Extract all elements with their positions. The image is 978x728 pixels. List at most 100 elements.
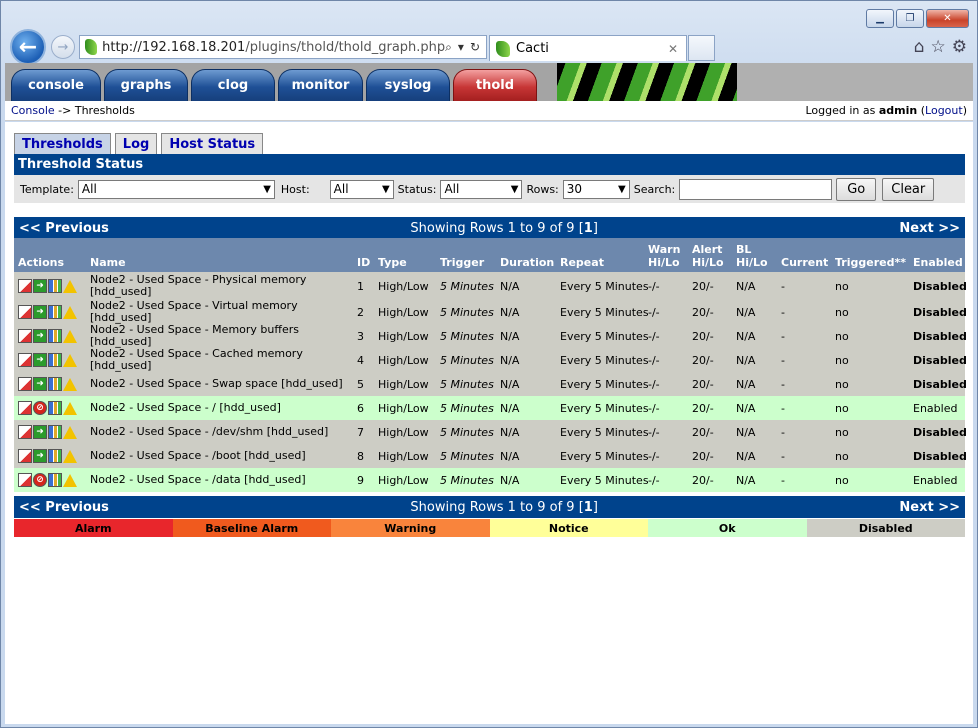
row-trigger: 5 Minutes (440, 279, 494, 293)
page-number[interactable]: 1 (584, 500, 593, 515)
login-status: Logged in as admin (Logout) (805, 104, 967, 117)
tab-host-status[interactable]: Host Status (161, 133, 264, 154)
graph-icon[interactable] (48, 473, 62, 487)
warning-icon[interactable] (63, 449, 77, 463)
enable-icon[interactable]: ➜ (33, 449, 47, 463)
host-select[interactable]: All ▼ (329, 179, 394, 199)
settings-gear-icon[interactable]: ⚙ (952, 37, 967, 57)
disable-icon[interactable]: ⊘ (33, 401, 47, 415)
favorites-star-icon[interactable]: ☆ (931, 37, 946, 57)
nav-tab-graphs[interactable]: graphs (104, 69, 188, 101)
nav-tab-console[interactable]: console (11, 69, 101, 101)
go-button[interactable]: Go (836, 177, 877, 201)
browser-tab-cacti[interactable]: Cacti ✕ (489, 35, 687, 61)
threshold-table-body: ➜ Node2 - Used Space - Physical memory [… (14, 272, 967, 492)
status-select[interactable]: All ▼ (440, 179, 523, 199)
template-select[interactable]: All ▼ (77, 179, 275, 199)
col-bl[interactable]: BL Hi/Lo (736, 243, 768, 269)
new-tab-button[interactable] (688, 35, 715, 61)
graph-icon[interactable] (48, 353, 62, 367)
warning-icon[interactable] (63, 279, 77, 293)
col-repeat[interactable]: Repeat (560, 256, 604, 269)
tab-close-icon[interactable]: ✕ (668, 42, 678, 56)
col-type[interactable]: Type (378, 256, 407, 269)
search-input[interactable] (679, 178, 833, 200)
col-enabled[interactable]: Enabled (913, 256, 963, 269)
row-id: 4 (357, 353, 364, 367)
warning-icon[interactable] (63, 329, 77, 343)
row-type: High/Low (378, 401, 429, 415)
edit-icon[interactable] (18, 329, 32, 343)
nav-tab-clog[interactable]: clog (191, 69, 275, 101)
rows-select[interactable]: 30 ▼ (562, 179, 630, 199)
previous-link[interactable]: << Previous (19, 500, 109, 515)
dropdown-arrow-icon[interactable]: ▾ (458, 40, 464, 54)
row-trigger: 5 Minutes (440, 329, 494, 343)
col-current[interactable]: Current (781, 256, 828, 269)
maximize-button[interactable]: ❐ (896, 9, 924, 28)
pager-bottom: << Previous Showing Rows 1 to 9 of 9 [1]… (14, 496, 965, 518)
graph-icon[interactable] (48, 329, 62, 343)
row-repeat: Every 5 Minutes (560, 377, 649, 391)
nav-tab-monitor[interactable]: monitor (278, 69, 363, 101)
graph-icon[interactable] (48, 425, 62, 439)
address-bar[interactable]: http://192.168.18.201/plugins/thold/thol… (79, 35, 487, 59)
graph-icon[interactable] (48, 305, 62, 319)
graph-icon[interactable] (48, 279, 62, 293)
row-alert: 20/- (692, 279, 714, 293)
graph-icon[interactable] (48, 377, 62, 391)
col-duration[interactable]: Duration (500, 256, 554, 269)
enable-icon[interactable]: ➜ (33, 377, 47, 391)
edit-icon[interactable] (18, 279, 32, 293)
warning-icon[interactable] (63, 377, 77, 391)
col-id[interactable]: ID (357, 256, 370, 269)
search-icon[interactable]: ⌕ (445, 40, 452, 55)
col-alert[interactable]: Alert Hi/Lo (692, 243, 724, 269)
minimize-button[interactable]: ▁ (866, 9, 894, 28)
close-window-button[interactable]: ✕ (926, 9, 969, 28)
clear-button[interactable]: Clear (882, 177, 935, 201)
nav-tab-thold[interactable]: thold (453, 69, 537, 101)
tab-thresholds[interactable]: Thresholds (14, 133, 111, 154)
enable-icon[interactable]: ➜ (33, 329, 47, 343)
row-count-info: Showing Rows 1 to 9 of 9 [1] (410, 221, 598, 236)
warning-icon[interactable] (63, 425, 77, 439)
page-number[interactable]: 1 (584, 221, 593, 236)
disable-icon[interactable]: ⊘ (33, 473, 47, 487)
next-link[interactable]: Next >> (899, 221, 960, 236)
tab-log[interactable]: Log (114, 133, 158, 154)
enable-icon[interactable]: ➜ (33, 425, 47, 439)
breadcrumb-console-link[interactable]: Console (11, 104, 55, 117)
address-url[interactable]: http://192.168.18.201/plugins/thold/thol… (102, 40, 445, 55)
edit-icon[interactable] (18, 377, 32, 391)
home-icon[interactable]: ⌂ (914, 37, 925, 57)
warning-icon[interactable] (63, 305, 77, 319)
refresh-icon[interactable]: ↻ (470, 40, 480, 54)
col-triggered[interactable]: Triggered** (835, 256, 906, 269)
logout-link[interactable]: Logout (925, 104, 963, 117)
row-id: 6 (357, 401, 364, 415)
col-name[interactable]: Name (90, 256, 126, 269)
enable-icon[interactable]: ➜ (33, 353, 47, 367)
edit-icon[interactable] (18, 473, 32, 487)
forward-button[interactable]: → (51, 35, 75, 59)
search-label: Search: (633, 182, 676, 196)
edit-icon[interactable] (18, 305, 32, 319)
next-link[interactable]: Next >> (899, 500, 960, 515)
warning-icon[interactable] (63, 353, 77, 367)
edit-icon[interactable] (18, 425, 32, 439)
enable-icon[interactable]: ➜ (33, 305, 47, 319)
warning-icon[interactable] (63, 473, 77, 487)
back-button[interactable]: ← (10, 29, 46, 65)
col-trigger[interactable]: Trigger (440, 256, 484, 269)
previous-link[interactable]: << Previous (19, 221, 109, 236)
graph-icon[interactable] (48, 401, 62, 415)
warning-icon[interactable] (63, 401, 77, 415)
enable-icon[interactable]: ➜ (33, 279, 47, 293)
col-warn[interactable]: Warn Hi/Lo (648, 243, 680, 269)
graph-icon[interactable] (48, 449, 62, 463)
edit-icon[interactable] (18, 401, 32, 415)
edit-icon[interactable] (18, 353, 32, 367)
edit-icon[interactable] (18, 449, 32, 463)
nav-tab-syslog[interactable]: syslog (366, 69, 450, 101)
